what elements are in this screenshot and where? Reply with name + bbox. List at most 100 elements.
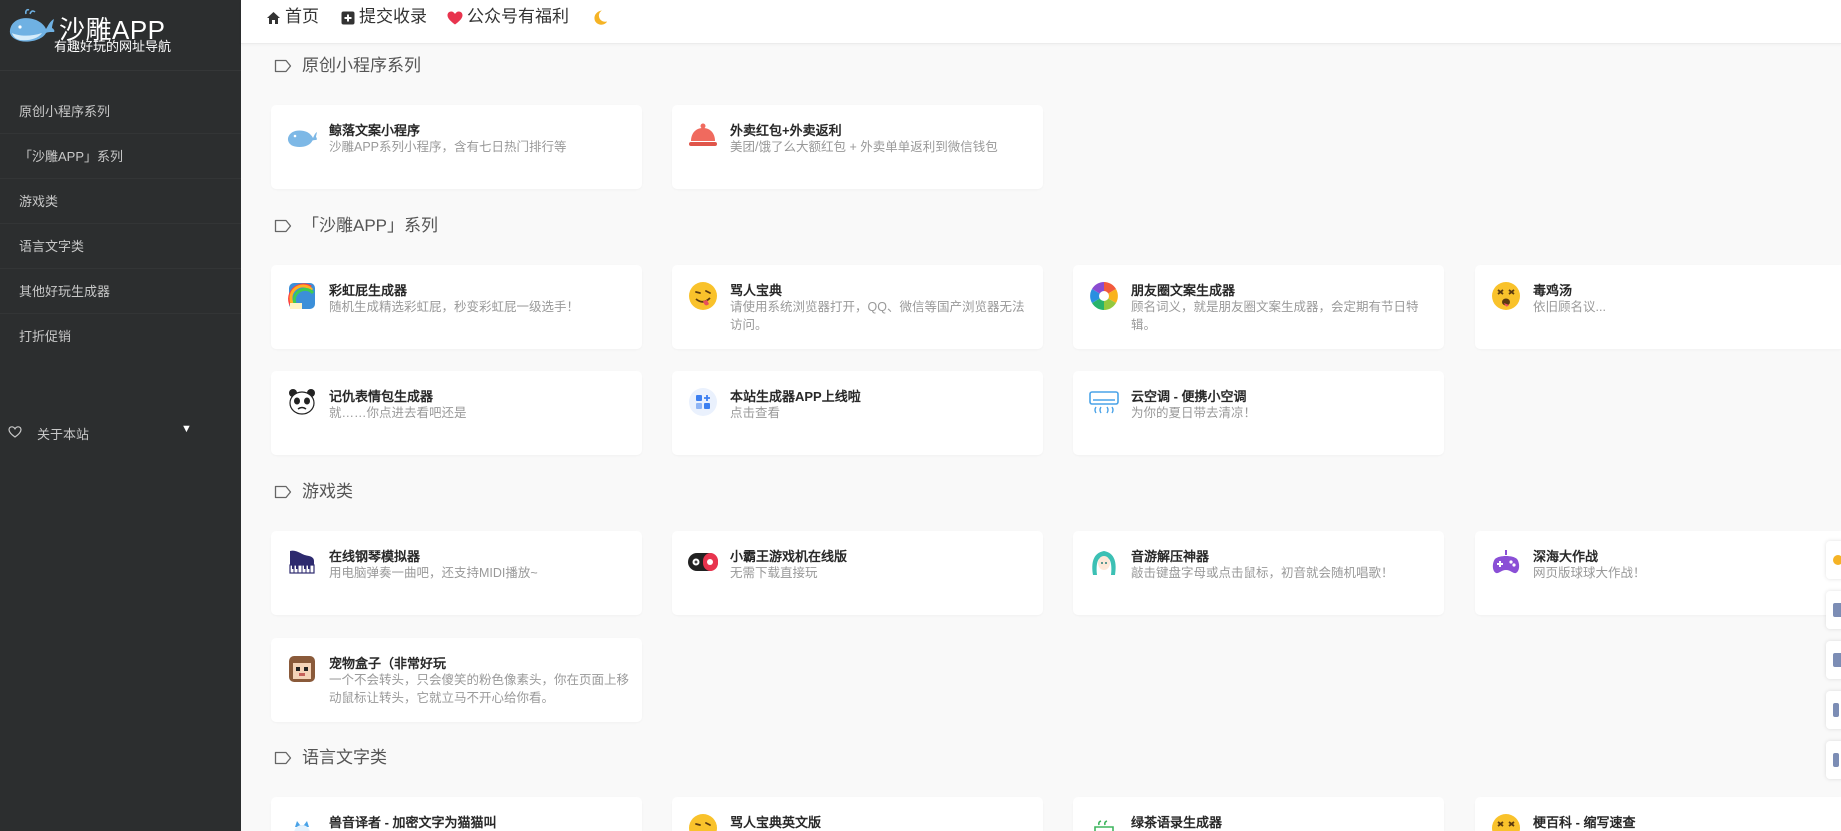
card-description: 顾名词义，就是朋友圈文案生成器，会定期有节日特辑。 <box>1131 300 1419 332</box>
tag-icon <box>274 485 292 499</box>
card-description: 沙雕APP系列小程序，含有七日热门排行等 <box>329 140 567 154</box>
site-card[interactable]: 小霸王游戏机在线版 无需下载直接玩 <box>672 531 1043 615</box>
about-site-label: 关于本站 <box>37 427 90 442</box>
game-console-icon <box>688 553 718 571</box>
cat-icon <box>294 821 310 831</box>
site-card[interactable]: 绿茶语录生成器 <box>1073 797 1444 831</box>
site-card[interactable]: 本站生成器APP上线啦 点击查看 <box>672 371 1043 455</box>
grid-icon <box>1833 603 1841 617</box>
sidebar-item-generators[interactable]: 其他好玩生成器 <box>0 270 241 314</box>
tea-icon <box>1094 820 1114 831</box>
panda-icon <box>289 389 315 415</box>
gamepad-icon <box>1492 550 1520 574</box>
floating-share-button[interactable] <box>1826 691 1841 729</box>
whale-icon <box>287 130 317 147</box>
card-title: 彩虹屁生成器 <box>329 283 408 298</box>
sidebar: 沙雕APP 有趣好玩的网址导航 原创小程序系列 「沙雕APP」系列 游戏类 语言… <box>0 0 241 831</box>
nav-submit-label: 提交收录 <box>359 7 427 26</box>
nav-submit-link[interactable]: 提交收录 <box>341 6 427 28</box>
card-description: 为你的夏日带去清凉！ <box>1131 406 1257 420</box>
sun-icon <box>1833 555 1841 565</box>
card-title: 云空调 - 便携小空调 <box>1131 389 1247 404</box>
card-title: 宠物盒子（非常好玩 <box>329 656 447 671</box>
card-title: 毒鸡汤 <box>1533 283 1573 298</box>
card-title: 音游解压神器 <box>1131 549 1210 564</box>
sidebar-item-language[interactable]: 语言文字类 <box>0 225 241 269</box>
floating-back-to-top-button[interactable] <box>1826 741 1841 779</box>
top-navbar: 首页 提交收录 公众号有福利 <box>241 0 1841 44</box>
section-title: 语言文字类 <box>302 748 387 767</box>
site-card[interactable]: 朋友圈文案生成器 顾名词义，就是朋友圈文案生成器，会定期有节日特辑。 <box>1073 265 1444 349</box>
plus-square-icon <box>341 11 355 25</box>
sidebar-item-original-miniprograms[interactable]: 原创小程序系列 <box>0 90 241 134</box>
food-cover-icon <box>689 123 717 146</box>
tag-icon <box>274 751 292 765</box>
floating-list-button[interactable] <box>1826 641 1841 679</box>
site-card[interactable]: 梗百科 - 缩写速查 <box>1475 797 1841 831</box>
card-description: 网页版球球大作战！ <box>1533 566 1646 580</box>
site-card[interactable]: 深海大作战 网页版球球大作战！ <box>1475 531 1841 615</box>
arrow-up-icon <box>1833 753 1839 767</box>
app-grid-icon <box>689 388 717 416</box>
card-description: 用电脑弹奏一曲吧，还支持MIDI播放~ <box>329 566 538 580</box>
nav-home-label: 首页 <box>285 7 319 26</box>
dark-mode-toggle[interactable] <box>591 6 612 28</box>
card-title: 记仇表情包生成器 <box>329 389 434 404</box>
whale-logo-icon <box>9 9 55 42</box>
card-title: 兽音译者 - 加密文字为猫猫叫 <box>329 815 497 830</box>
card-description: 随机生成精选彩虹屁，秒变彩虹屁一级选手！ <box>329 300 580 314</box>
rainbow-icon <box>288 283 315 309</box>
site-card[interactable]: 在线钢琴模拟器 用电脑弹奏一曲吧，还支持MIDI播放~ <box>271 531 642 615</box>
site-card[interactable]: 骂人宝典英文版 <box>672 797 1043 831</box>
piano-icon <box>289 550 315 574</box>
sidebar-item-games[interactable]: 游戏类 <box>0 180 241 224</box>
site-card[interactable]: 毒鸡汤 依旧顾名议... <box>1475 265 1841 349</box>
tag-icon <box>274 219 292 233</box>
site-card[interactable]: 兽音译者 - 加密文字为猫猫叫 <box>271 797 642 831</box>
section-title: 原创小程序系列 <box>302 56 421 75</box>
nav-home-link[interactable]: 首页 <box>266 6 319 28</box>
site-card[interactable]: 宠物盒子（非常好玩 一个不会转头，只会傻笑的粉色像素头，你在页面上移动鼠标让转头… <box>271 638 642 722</box>
aperture-icon <box>1090 282 1118 310</box>
card-description: 点击查看 <box>730 406 781 420</box>
card-title: 朋友圈文案生成器 <box>1131 283 1236 298</box>
card-description: 请使用系统浏览器打开，QQ、微信等国产浏览器无法访问。 <box>730 300 1025 332</box>
floating-grid-button[interactable] <box>1826 591 1841 629</box>
site-card[interactable]: 骂人宝典 请使用系统浏览器打开，QQ、微信等国产浏览器无法访问。 <box>672 265 1043 349</box>
heart-icon <box>447 11 463 25</box>
card-title: 绿茶语录生成器 <box>1131 815 1223 830</box>
air-conditioner-icon <box>1089 391 1119 414</box>
site-card[interactable]: 记仇表情包生成器 就……你点进去看吧还是 <box>271 371 642 455</box>
tag-icon <box>274 59 292 73</box>
site-card[interactable]: 鲸落文案小程序 沙雕APP系列小程序，含有七日热门排行等 <box>271 105 642 189</box>
site-card[interactable]: 云空调 - 便携小空调 为你的夏日带去清凉！ <box>1073 371 1444 455</box>
site-card[interactable]: 彩虹屁生成器 随机生成精选彩虹屁，秒变彩虹屁一级选手！ <box>271 265 642 349</box>
about-site-toggle[interactable]: 关于本站 ▼ <box>0 420 241 446</box>
card-description: 敲击键盘字母或点击鼠标，初音就会随机唱歌！ <box>1131 566 1394 580</box>
tongue-emoji-icon <box>689 814 717 831</box>
card-title: 深海大作战 <box>1533 549 1599 564</box>
sidebar-divider <box>0 70 241 71</box>
floating-theme-button[interactable] <box>1826 541 1841 579</box>
card-title: 骂人宝典 <box>730 283 783 298</box>
card-description: 依旧顾名议... <box>1533 300 1606 314</box>
sidebar-item-shadiao-series[interactable]: 「沙雕APP」系列 <box>0 135 241 179</box>
heart-outline-icon <box>8 426 22 438</box>
site-card[interactable]: 音游解压神器 敲击键盘字母或点击鼠标，初音就会随机唱歌！ <box>1073 531 1444 615</box>
site-card[interactable]: 外卖红包+外卖返利 美团/饿了么大额红包 + 外卖单单返利到微信钱包 <box>672 105 1043 189</box>
card-title: 在线钢琴模拟器 <box>329 549 421 564</box>
site-subtitle: 有趣好玩的网址导航 <box>54 39 172 54</box>
card-description: 就……你点进去看吧还是 <box>329 406 467 420</box>
card-description: 美团/饿了么大额红包 + 外卖单单返利到微信钱包 <box>730 140 998 154</box>
card-title: 小霸王游戏机在线版 <box>730 549 848 564</box>
nav-wechat-link[interactable]: 公众号有福利 <box>447 6 569 28</box>
card-title: 本站生成器APP上线啦 <box>730 389 861 404</box>
sidebar-item-discounts[interactable]: 打折促销 <box>0 315 241 359</box>
site-logo[interactable]: 沙雕APP 有趣好玩的网址导航 <box>8 6 228 56</box>
card-title: 梗百科 - 缩写速查 <box>1533 815 1636 830</box>
card-title: 外卖红包+外卖返利 <box>730 123 842 138</box>
section-title: 游戏类 <box>302 482 353 501</box>
chevron-down-icon: ▼ <box>181 423 192 435</box>
moon-icon <box>594 10 607 25</box>
dizzy-emoji-icon <box>1492 814 1520 831</box>
